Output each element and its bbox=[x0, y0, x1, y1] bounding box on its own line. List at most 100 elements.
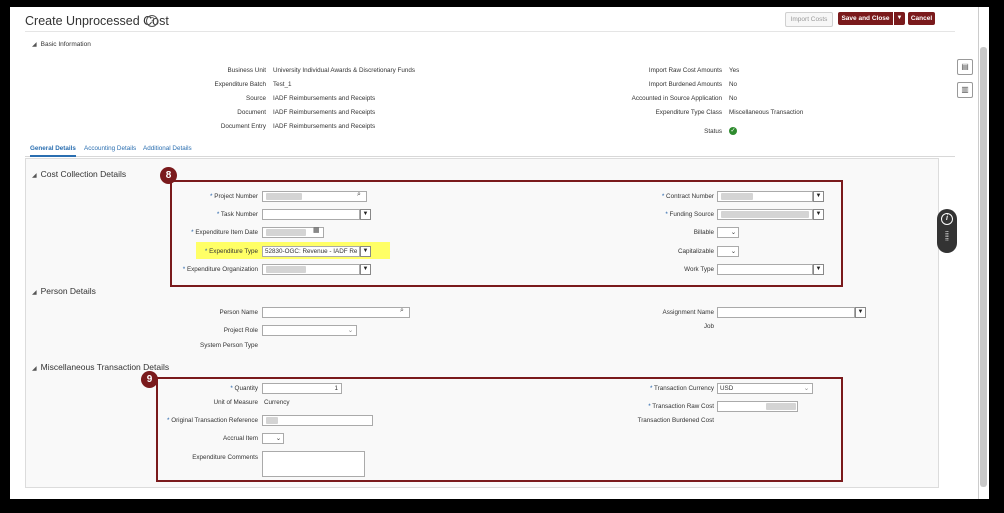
unit-of-measure-label: Unit of Measure bbox=[213, 399, 258, 406]
expenditure-item-date-label: * Expenditure Item Date bbox=[191, 229, 258, 236]
chevron-down-icon[interactable]: ▼ bbox=[813, 264, 824, 275]
accounted-in-source-label: Accounted in Source Application bbox=[631, 95, 722, 102]
accrual-item-select[interactable]: ⌄ bbox=[262, 433, 284, 444]
scrollbar-thumb[interactable] bbox=[980, 47, 987, 487]
capitalizable-select[interactable]: ⌄ bbox=[717, 246, 739, 257]
import-costs-button[interactable]: Import Costs bbox=[785, 12, 833, 27]
person-details-header[interactable]: ◢ Person Details bbox=[32, 286, 96, 296]
accrual-item-label: Accrual Item bbox=[223, 435, 258, 442]
task-number-input[interactable] bbox=[262, 209, 360, 220]
collapse-triangle-icon: ◢ bbox=[32, 290, 37, 296]
expenditure-type-input[interactable]: 52830-OGC: Revenue - IADF Re bbox=[262, 246, 360, 257]
document-icon[interactable]: ▤ bbox=[957, 59, 973, 75]
source-value: IADF Reimbursements and Receipts bbox=[273, 95, 376, 102]
expenditure-batch-value: Test_1 bbox=[273, 81, 292, 88]
transaction-currency-select[interactable]: USD ⌄ bbox=[717, 383, 813, 394]
save-menu-chevron-icon[interactable]: ▼ bbox=[893, 12, 905, 25]
app-window: Create Unprocessed Cost ? Import Costs S… bbox=[10, 7, 978, 499]
search-icon[interactable]: ⌕ bbox=[400, 307, 404, 315]
transaction-raw-cost-label: * Transaction Raw Cost bbox=[648, 403, 714, 410]
person-name-label: Person Name bbox=[219, 309, 259, 316]
person-name-input[interactable] bbox=[262, 307, 410, 318]
billable-select[interactable]: ⌄ bbox=[717, 227, 739, 238]
collapse-triangle-icon: ◢ bbox=[32, 42, 37, 48]
tab-additional-details[interactable]: Additional Details bbox=[143, 145, 192, 152]
project-number-label: * Project Number bbox=[210, 193, 258, 200]
chevron-down-icon[interactable]: ▼ bbox=[813, 191, 824, 202]
calendar-icon[interactable]: ▦ bbox=[313, 226, 320, 234]
contract-number-input[interactable] bbox=[717, 191, 813, 202]
chevron-down-icon[interactable]: ▼ bbox=[855, 307, 866, 318]
expenditure-organization-input[interactable] bbox=[262, 264, 360, 275]
chevron-down-icon[interactable]: ▼ bbox=[813, 209, 824, 220]
tabs-divider bbox=[25, 156, 955, 157]
expenditure-type-class-label: Expenditure Type Class bbox=[655, 109, 722, 116]
step-badge-8: 8 bbox=[160, 167, 177, 184]
import-raw-cost-label: Import Raw Cost Amounts bbox=[648, 67, 722, 74]
tab-general-details[interactable]: General Details bbox=[30, 145, 76, 157]
transaction-burdened-cost-label: Transaction Burdened Cost bbox=[637, 417, 714, 424]
vertical-scrollbar[interactable] bbox=[978, 7, 989, 499]
info-widget[interactable]: i ⠿ ⠿ bbox=[937, 209, 957, 253]
task-number-label: * Task Number bbox=[216, 211, 258, 218]
transaction-raw-cost-input[interactable] bbox=[717, 401, 798, 412]
source-label: Source bbox=[246, 95, 266, 102]
import-raw-cost-value: Yes bbox=[729, 67, 740, 74]
redacted-value bbox=[766, 403, 796, 410]
header-divider bbox=[25, 31, 955, 32]
job-label: Job bbox=[703, 323, 714, 330]
step-badge-9: 9 bbox=[141, 371, 158, 388]
capitalizable-label: Capitalizable bbox=[677, 248, 714, 255]
project-role-select[interactable]: ⌄ bbox=[262, 325, 357, 336]
redacted-value bbox=[721, 211, 809, 218]
contract-number-label: * Contract Number bbox=[661, 193, 714, 200]
redacted-value bbox=[266, 417, 278, 424]
assignment-name-label: Assignment Name bbox=[662, 309, 714, 316]
cancel-button[interactable]: Cancel bbox=[908, 12, 935, 25]
original-transaction-reference-input[interactable] bbox=[262, 415, 373, 426]
billable-label: Billable bbox=[693, 229, 714, 236]
unit-of-measure-value: Currency bbox=[264, 399, 290, 406]
help-icon[interactable]: ? bbox=[146, 15, 158, 27]
document-entry-value: IADF Reimbursements and Receipts bbox=[273, 123, 376, 130]
save-and-close-button[interactable]: Save and Close bbox=[838, 12, 893, 25]
expenditure-comments-label: Expenditure Comments bbox=[192, 454, 258, 461]
expenditure-type-label: * Expenditure Type bbox=[204, 248, 258, 255]
info-icon[interactable]: i bbox=[941, 213, 953, 225]
status-label: Status bbox=[704, 128, 722, 135]
business-unit-label: Business Unit bbox=[227, 67, 267, 74]
chevron-down-icon[interactable]: ▼ bbox=[360, 246, 371, 257]
funding-source-input[interactable] bbox=[717, 209, 813, 220]
redacted-value bbox=[266, 229, 306, 236]
project-number-input[interactable] bbox=[262, 191, 367, 202]
cost-collection-header[interactable]: ◢ Cost Collection Details bbox=[32, 169, 126, 179]
expenditure-type-class-value: Miscellaneous Transaction bbox=[729, 109, 804, 116]
funding-source-label: * Funding Source bbox=[665, 211, 714, 218]
import-burdened-value: No bbox=[729, 81, 738, 88]
expenditure-comments-textarea[interactable] bbox=[262, 451, 365, 477]
document-label: Document bbox=[237, 109, 266, 116]
redacted-value bbox=[721, 193, 753, 200]
collapse-triangle-icon: ◢ bbox=[32, 366, 37, 372]
chevron-down-icon[interactable]: ▼ bbox=[360, 264, 371, 275]
collapse-triangle-icon: ◢ bbox=[32, 173, 37, 179]
search-icon[interactable]: ⌕ bbox=[357, 191, 361, 199]
basic-information-header[interactable]: ◢ Basic Information bbox=[32, 41, 91, 48]
assignment-name-input[interactable] bbox=[717, 307, 855, 318]
transaction-currency-label: * Transaction Currency bbox=[649, 385, 714, 392]
bar-chart-icon[interactable]: ▥ bbox=[957, 82, 973, 98]
work-type-label: Work Type bbox=[684, 266, 714, 273]
keypad-icon[interactable]: ⠿ ⠿ bbox=[942, 232, 952, 243]
work-type-input[interactable] bbox=[717, 264, 813, 275]
quantity-input[interactable]: 1 bbox=[262, 383, 342, 394]
import-burdened-label: Import Burdened Amounts bbox=[648, 81, 722, 88]
document-value: IADF Reimbursements and Receipts bbox=[273, 109, 376, 116]
document-entry-label: Document Entry bbox=[220, 123, 266, 130]
system-person-type-label: System Person Type bbox=[200, 342, 258, 349]
expenditure-organization-label: * Expenditure Organization bbox=[182, 266, 258, 273]
chevron-down-icon[interactable]: ▼ bbox=[360, 209, 371, 220]
redacted-value bbox=[266, 266, 306, 273]
expenditure-batch-label: Expenditure Batch bbox=[214, 81, 266, 88]
check-circle-icon: ✓ bbox=[729, 127, 737, 135]
tab-accounting-details[interactable]: Accounting Details bbox=[84, 145, 136, 152]
